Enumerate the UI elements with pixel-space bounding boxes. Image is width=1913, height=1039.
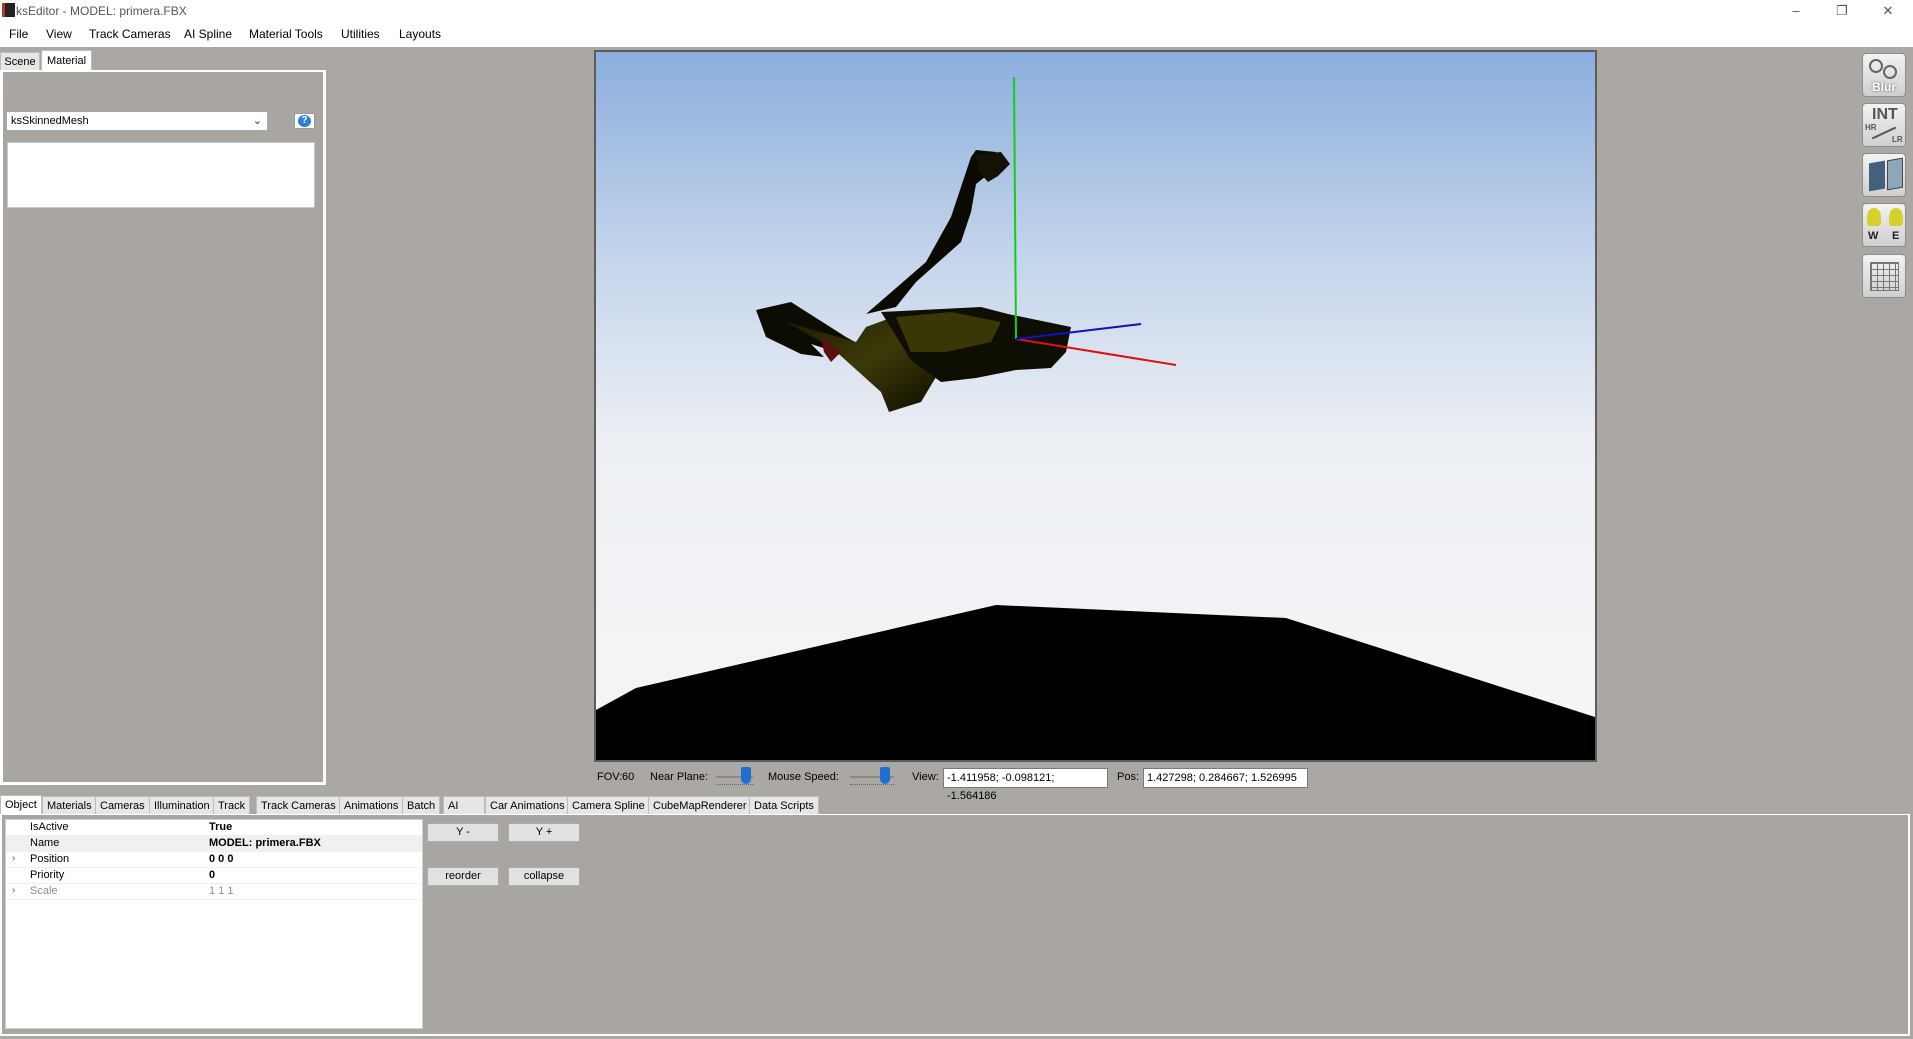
property-row-name[interactable]: Name MODEL: primera.FBX: [6, 836, 422, 852]
property-value[interactable]: True: [209, 821, 232, 833]
close-button[interactable]: ✕: [1865, 0, 1911, 22]
grid-button[interactable]: [1862, 254, 1906, 298]
hr-label: HR: [1865, 123, 1877, 132]
panels-button[interactable]: [1862, 153, 1906, 197]
pos-label: Pos:: [1117, 771, 1140, 783]
tab-cubemaprenderer[interactable]: CubeMapRenderer: [648, 796, 752, 814]
mouse-speed-slider-ticks: [850, 784, 894, 786]
property-name: IsActive: [30, 821, 69, 833]
viewport-scene: [596, 52, 1595, 760]
blur-icon: [1869, 59, 1883, 73]
property-row-priority[interactable]: Priority 0: [6, 868, 422, 884]
menu-file[interactable]: File: [9, 27, 28, 41]
view-label: View:: [912, 771, 939, 783]
menu-utilities[interactable]: Utilities: [341, 27, 380, 41]
menu-track-cameras[interactable]: Track Cameras: [89, 27, 171, 41]
tab-track[interactable]: Track: [213, 796, 251, 814]
property-name: Scale: [30, 885, 58, 897]
tab-illumination[interactable]: Illumination: [149, 796, 215, 814]
w-label: W: [1868, 230, 1879, 242]
mouse-speed-slider[interactable]: [880, 767, 891, 784]
view-input[interactable]: -1.411958; -0.098121; -1.564186: [943, 768, 1108, 802]
tab-track-cameras[interactable]: Track Cameras: [256, 796, 341, 814]
leaf-icon-2: [1889, 208, 1903, 226]
blur-label: Blur: [1872, 80, 1896, 94]
reorder-button[interactable]: reorder: [427, 867, 499, 886]
near-plane-label: Near Plane:: [650, 771, 709, 783]
property-row-scale[interactable]: › Scale 1 1 1: [6, 884, 422, 900]
tab-materials[interactable]: Materials: [42, 796, 97, 814]
property-value[interactable]: 1 1 1: [209, 885, 233, 897]
menu-material-tools[interactable]: Material Tools: [249, 27, 323, 41]
tab-batch[interactable]: Batch: [402, 796, 441, 814]
shader-select-value: ksSkinnedMesh: [11, 115, 89, 127]
chevron-right-icon[interactable]: ›: [12, 853, 15, 864]
tab-object[interactable]: Object: [0, 795, 42, 815]
minimize-button[interactable]: –: [1773, 0, 1819, 22]
tab-data-scripts[interactable]: Data Scripts: [749, 796, 819, 814]
blur-button[interactable]: Blur: [1862, 53, 1906, 97]
near-plane-slider-ticks: [716, 784, 753, 786]
tab-cameras[interactable]: Cameras: [95, 796, 150, 814]
chevron-right-icon[interactable]: ›: [12, 885, 15, 896]
int-hr-lr-button[interactable]: INT HR LR: [1862, 103, 1906, 147]
menu-bar: File View Track Cameras AI Spline Materi…: [0, 22, 1913, 47]
property-grid[interactable]: IsActive True Name MODEL: primera.FBX › …: [5, 819, 423, 1029]
bottom-tab-bar: Object Materials Cameras Illumination Tr…: [0, 795, 1913, 815]
property-value[interactable]: MODEL: primera.FBX: [209, 837, 321, 849]
collapse-button[interactable]: collapse: [508, 867, 580, 886]
tab-material[interactable]: Material: [41, 50, 92, 71]
lr-label: LR: [1892, 135, 1903, 144]
tab-animations[interactable]: Animations: [339, 796, 404, 814]
title-bar: ksEditor - MODEL: primera.FBX – ❐ ✕: [0, 0, 1913, 22]
tab-car-animations[interactable]: Car Animations: [485, 796, 570, 814]
fov-label: FOV:: [597, 771, 623, 783]
y-plus-button[interactable]: Y +: [508, 823, 580, 842]
help-icon: ?: [298, 115, 311, 127]
fov-value: 60: [622, 771, 635, 783]
y-minus-button[interactable]: Y -: [427, 823, 499, 842]
material-properties-box[interactable]: [7, 142, 315, 208]
near-plane-slider[interactable]: [740, 767, 751, 784]
wind-effects-button[interactable]: W E: [1862, 203, 1906, 247]
property-value[interactable]: 0 0 0: [209, 853, 233, 865]
leaf-icon: [1867, 208, 1881, 226]
3d-viewport[interactable]: [594, 50, 1597, 762]
e-label: E: [1892, 230, 1900, 242]
menu-view[interactable]: View: [46, 27, 72, 41]
help-button[interactable]: ?: [294, 113, 315, 129]
wireframe-panel-icon: [1887, 157, 1903, 191]
restore-button[interactable]: ❐: [1819, 0, 1865, 22]
tab-camera-spline[interactable]: Camera Spline: [567, 796, 650, 814]
shader-select[interactable]: ksSkinnedMesh ⌄: [6, 111, 268, 131]
grid-icon: [1870, 262, 1899, 291]
app-icon: [2, 3, 15, 17]
pos-input[interactable]: 1.427298; 0.284667; 1.526995: [1143, 768, 1308, 788]
window-title: ksEditor - MODEL: primera.FBX: [16, 4, 187, 18]
property-row-position[interactable]: › Position 0 0 0: [6, 852, 422, 868]
tab-ai[interactable]: AI: [443, 796, 485, 814]
chevron-down-icon: ⌄: [252, 115, 262, 127]
menu-layouts[interactable]: Layouts: [399, 27, 441, 41]
mouse-speed-label: Mouse Speed:: [768, 771, 839, 783]
blur-icon-circle: [1883, 65, 1897, 79]
property-name: Name: [30, 837, 60, 849]
property-value[interactable]: 0: [209, 869, 215, 881]
panel-icon: [1869, 160, 1885, 192]
int-label: INT: [1872, 106, 1898, 123]
property-name: Position: [30, 853, 70, 865]
property-name: Priority: [30, 869, 65, 881]
property-row-isactive[interactable]: IsActive True: [6, 820, 422, 836]
tab-scene[interactable]: Scene: [0, 52, 40, 71]
menu-ai-spline[interactable]: AI Spline: [184, 27, 232, 41]
